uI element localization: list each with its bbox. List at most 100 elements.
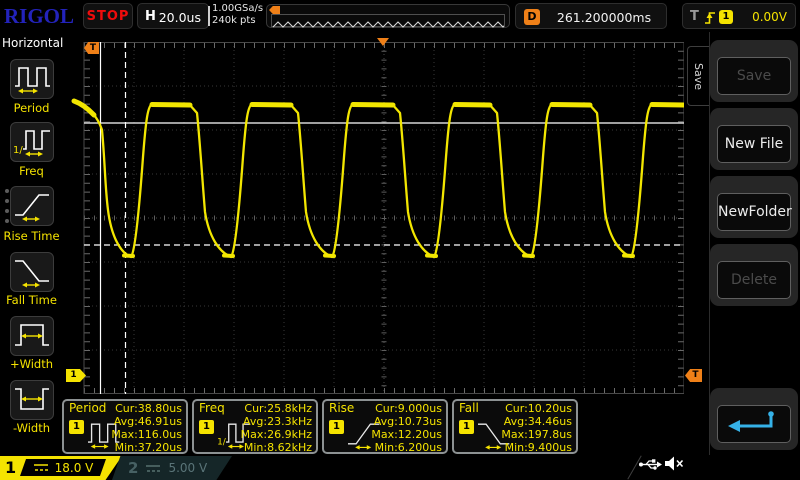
channel1-status[interactable]: 1 18.0 V: [0, 456, 122, 480]
stat-min: Min:9.400us: [505, 441, 572, 454]
trigger-position-preview-icon: [269, 6, 280, 14]
stat-avg: Avg:23.3kHz: [243, 415, 312, 428]
trigger-level-value: 0.00V: [752, 10, 787, 24]
period-icon: [11, 60, 53, 98]
menu-button-rise-time[interactable]: [10, 186, 54, 226]
measurement-panel-freq[interactable]: Freq 1 1/ Cur:25.8kHz Avg:23.3kHz Max:26…: [192, 399, 318, 454]
svg-text:1/: 1/: [217, 438, 227, 448]
stat-min: Min:6.200us: [375, 441, 442, 454]
run-state-badge: STOP: [83, 3, 133, 29]
trigger-source-badge: 1: [719, 10, 733, 24]
menu-label-period: Period: [0, 101, 63, 115]
menu-page-dot: [5, 189, 9, 193]
softkey-back[interactable]: [710, 388, 798, 450]
softkey-delete[interactable]: Delete: [710, 244, 798, 306]
rise-time-icon: [11, 187, 53, 225]
channel-badge: 1: [459, 420, 474, 434]
memory-depth-icon: [208, 6, 210, 26]
right-menu-tab-title: Save: [692, 62, 705, 89]
stat-min: Min:8.62kHz: [244, 441, 312, 454]
channel-badge: 1: [329, 420, 344, 434]
trigger-label: T: [690, 9, 699, 24]
trigger-position-marker-icon[interactable]: [377, 38, 389, 46]
timebase-block: H 20.0us: [137, 3, 209, 29]
waveform-memory-preview[interactable]: [266, 4, 510, 28]
delete-button[interactable]: Delete: [717, 261, 791, 299]
stat-cur: Cur:38.80us: [115, 402, 182, 415]
return-arrow-icon: [719, 406, 789, 436]
timebase-label: H: [145, 9, 156, 24]
measurement-panel-period[interactable]: Period 1 Cur:38.80us Avg:46.91us Max:116…: [62, 399, 188, 454]
softkey-new-file[interactable]: New File: [710, 108, 798, 170]
softkey-new-folder[interactable]: NewFolder: [710, 176, 798, 238]
usb-icon: [638, 457, 662, 472]
channel2-status[interactable]: 2 5.00 V: [112, 456, 232, 480]
measurement-name: Rise: [329, 401, 354, 415]
memory-waveform-icon: [272, 19, 504, 30]
measurement-name: Freq: [199, 401, 225, 415]
stat-avg: Avg:10.73us: [374, 415, 442, 428]
new-folder-button[interactable]: NewFolder: [717, 193, 791, 231]
sample-rate: 1.00GSa/s: [212, 3, 264, 15]
menu-button-plus-width[interactable]: [10, 316, 54, 356]
timebase-value: 20.0us: [159, 10, 201, 25]
memory-waveform-strip: [271, 14, 505, 27]
dc-coupling-icon: [145, 464, 161, 473]
measurement-panel-fall[interactable]: Fall 1 Cur:10.20us Avg:34.46us Max:197.8…: [452, 399, 578, 454]
menu-page-dot: [5, 219, 9, 223]
fall-time-icon: [11, 253, 53, 291]
trigger-block: T 1 0.00V: [682, 3, 796, 29]
channel-badge: 1: [199, 420, 214, 434]
speaker-muted-icon: [664, 455, 684, 472]
memory-depth: 240k pts: [212, 15, 264, 27]
channel1-scale-box: 18.0 V: [20, 459, 106, 476]
stat-min: Min:37.20us: [115, 441, 182, 454]
menu-label-fall-time: Fall Time: [0, 293, 63, 307]
plus-width-icon: [11, 317, 53, 355]
oscilloscope-screen: RIGOL STOP H 20.0us 1.00GSa/s 240k pts D…: [0, 0, 800, 480]
channel2-scale: 5.00 V: [168, 461, 207, 475]
stat-cur: Cur:25.8kHz: [244, 402, 312, 415]
channel-badge: 1: [69, 420, 84, 434]
delay-badge: D: [524, 9, 540, 25]
left-menu-title: Horizontal: [2, 36, 64, 50]
menu-label-rise-time: Rise Time: [0, 229, 63, 243]
channel1-number: 1: [5, 458, 16, 477]
menu-page-dot: [5, 209, 9, 213]
right-menu-tab: Save: [687, 46, 709, 106]
menu-button-period[interactable]: [10, 59, 54, 99]
menu-button-freq[interactable]: 1/: [10, 122, 54, 162]
stat-cur: Cur:10.20us: [505, 402, 572, 415]
measurement-name: Fall: [459, 401, 479, 415]
new-file-button[interactable]: New File: [717, 125, 791, 163]
acquisition-info: 1.00GSa/s 240k pts: [212, 3, 264, 29]
delay-value: 261.200000ms: [546, 10, 662, 25]
stat-max: Max:197.8us: [501, 428, 572, 441]
stat-cur: Cur:9.000us: [375, 402, 442, 415]
svg-text:1/: 1/: [13, 145, 23, 156]
measurement-name: Period: [69, 401, 106, 415]
stat-max: Max:116.0us: [111, 428, 182, 441]
save-button[interactable]: Save: [717, 57, 791, 95]
menu-button-fall-time[interactable]: [10, 252, 54, 292]
stat-max: Max:12.20us: [371, 428, 442, 441]
back-button[interactable]: [717, 405, 791, 443]
trigger-level-marker[interactable]: T: [685, 369, 702, 382]
menu-button-minus-width[interactable]: [10, 380, 54, 420]
measurement-panel-rise[interactable]: Rise 1 Cur:9.000us Avg:10.73us Max:12.20…: [322, 399, 448, 454]
dc-coupling-icon: [33, 463, 49, 472]
menu-page-dot: [5, 199, 9, 203]
delay-block: D 261.200000ms: [515, 3, 667, 29]
minus-width-icon: [11, 381, 53, 419]
softkey-save[interactable]: Save: [710, 40, 798, 102]
menu-label-minus-width: -Width: [0, 421, 63, 435]
channel1-scale: 18.0 V: [55, 461, 94, 475]
graticule: [64, 42, 684, 395]
rising-edge-icon: [704, 10, 717, 25]
menu-label-freq: Freq: [0, 164, 63, 178]
rigol-logo: RIGOL: [4, 4, 74, 29]
stat-max: Max:26.9kHz: [241, 428, 312, 441]
stat-avg: Avg:46.91us: [114, 415, 182, 428]
stat-avg: Avg:34.46us: [504, 415, 572, 428]
menu-label-plus-width: +Width: [0, 357, 63, 371]
